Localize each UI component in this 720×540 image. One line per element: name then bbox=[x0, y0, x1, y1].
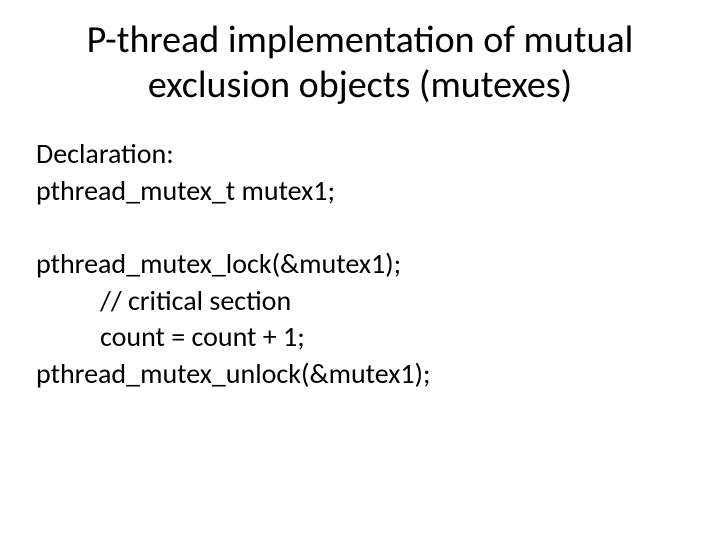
title-line-2: exclusion objects (mutexes) bbox=[148, 62, 572, 108]
title-line-1: P-thread implementation of mutual bbox=[87, 17, 634, 63]
declaration-label: Declaration: bbox=[36, 136, 684, 173]
blank-line bbox=[36, 210, 684, 246]
declaration-code: pthread_mutex_t mutex1; bbox=[36, 173, 684, 210]
unlock-call: pthread_mutex_unlock(&mutex1); bbox=[36, 356, 684, 393]
slide-title: P-thread implementation of mutual exclus… bbox=[36, 18, 684, 108]
lock-call: pthread_mutex_lock(&mutex1); bbox=[36, 246, 684, 283]
slide: P-thread implementation of mutual exclus… bbox=[0, 0, 720, 540]
critical-section-code: count = count + 1; bbox=[36, 319, 684, 356]
critical-section-comment: // critical section bbox=[36, 283, 684, 320]
slide-body: Declaration: pthread_mutex_t mutex1; pth… bbox=[36, 136, 684, 394]
